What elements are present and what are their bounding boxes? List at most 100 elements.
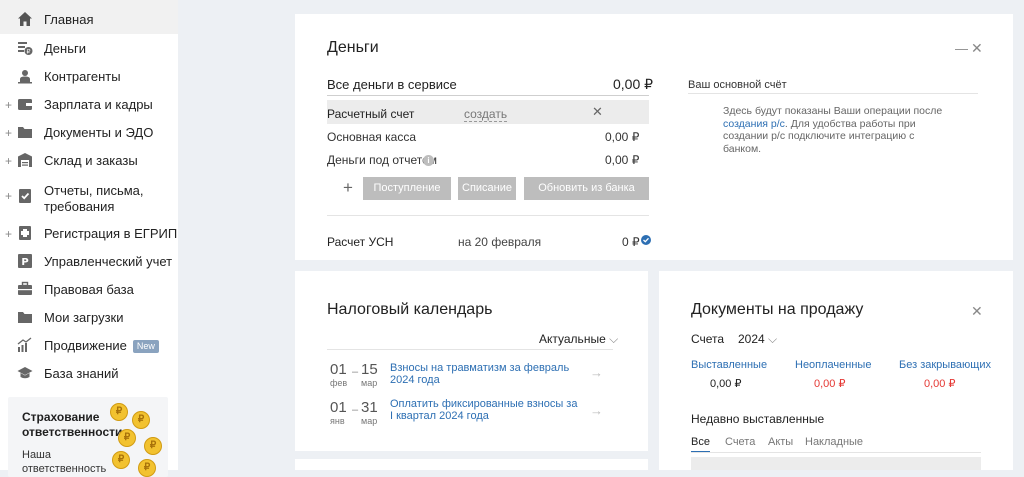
coin-icon: ₽	[132, 411, 150, 429]
main-account-title: Ваш основной счёт	[688, 79, 787, 91]
total-money-label: Все деньги в сервисе	[327, 77, 457, 92]
create-account-inline-link[interactable]: создания р/с	[723, 118, 785, 130]
main-cash-value: 0,00 ₽	[605, 130, 640, 144]
divider	[327, 349, 613, 350]
warehouse-icon	[18, 153, 32, 167]
expense-button[interactable]: Списание	[458, 177, 516, 200]
event-start-day: 01	[330, 399, 347, 416]
svg-text:Р: Р	[21, 257, 28, 268]
unpaid-link[interactable]: Неоплаченные	[795, 359, 871, 371]
money-icon: ₽	[18, 42, 33, 56]
accountable-money-label: Деньги под отчетом	[327, 153, 438, 167]
sidebar-item-label: Мои загрузки	[44, 310, 124, 325]
divider	[691, 452, 981, 453]
year-select[interactable]: 2024 ⌵	[738, 332, 777, 347]
promo-text: Наша ответственность застрахована на	[22, 449, 107, 475]
income-button[interactable]: Поступление	[363, 177, 451, 200]
sidebar-item-label: Отчеты, письма,	[44, 183, 144, 198]
tab-waybills[interactable]: Накладные	[805, 436, 863, 448]
sidebar-item-warehouse[interactable]: + Склад и заказы	[0, 146, 178, 174]
date-dash: –	[352, 366, 359, 378]
usn-date: на 20 февраля	[458, 235, 542, 249]
contractors-icon	[18, 70, 32, 84]
tax-event[interactable]: 01 фев – 15 мар Взносы на травматизм за …	[327, 359, 617, 393]
minimize-icon[interactable]: —	[955, 41, 968, 56]
expand-plus-icon[interactable]: +	[5, 126, 12, 140]
sidebar-item-money[interactable]: ₽ Деньги	[0, 34, 178, 62]
expand-plus-icon[interactable]: +	[5, 189, 12, 203]
graduation-cap-icon	[17, 367, 33, 379]
doc-type-select[interactable]: Счета	[691, 332, 724, 346]
event-start-month: янв	[330, 416, 345, 426]
sidebar-item-reports[interactable]: + Отчеты, письма, требования	[0, 176, 178, 216]
check-icon	[641, 235, 651, 245]
sidebar-item-downloads[interactable]: Мои загрузки	[0, 303, 178, 331]
sidebar-item-label: База знаний	[44, 366, 119, 381]
sidebar-item-label: Продвижение New	[44, 338, 159, 354]
sidebar-item-label: Документы и ЭДО	[44, 125, 154, 140]
tab-acts[interactable]: Акты	[768, 436, 793, 448]
next-card-edge	[295, 459, 648, 470]
close-icon[interactable]: ✕	[971, 40, 983, 57]
usn-label: Расчет УСН	[327, 235, 394, 249]
tax-calendar-title: Налоговый календарь	[327, 301, 493, 318]
create-account-link[interactable]: создать	[464, 107, 508, 122]
coin-icon: ₽	[112, 451, 130, 469]
expand-plus-icon[interactable]: +	[5, 154, 12, 168]
sidebar-item-label: Деньги	[44, 41, 86, 56]
sidebar-item-documents[interactable]: + Документы и ЭДО	[0, 118, 178, 146]
folder-icon	[18, 127, 32, 138]
without-closing-link[interactable]: Без закрывающих	[899, 359, 991, 371]
accountable-money-value: 0,00 ₽	[605, 153, 640, 167]
add-plus-icon[interactable]: +	[343, 178, 353, 198]
without-closing-value: 0,00 ₽	[924, 378, 956, 390]
close-icon[interactable]: ✕	[971, 303, 983, 320]
svg-text:₽: ₽	[27, 49, 31, 56]
divider	[327, 215, 649, 216]
sidebar-item-label: Правовая база	[44, 282, 134, 297]
tab-invoices[interactable]: Счета	[725, 436, 755, 448]
expand-plus-icon[interactable]: +	[5, 98, 12, 112]
sidebar-item-label: Управленческий учет	[44, 254, 173, 269]
event-link[interactable]: Оплатить фиксированные взносы за I кварт…	[390, 398, 580, 422]
calendar-filter-select[interactable]: Актуальные ⌵	[539, 332, 618, 347]
event-link[interactable]: Взносы на травматизм за февраль 2024 год…	[390, 362, 580, 386]
recently-issued-title: Недавно выставленные	[691, 412, 825, 426]
sidebar-item-text: Продвижение	[44, 338, 127, 353]
tab-all[interactable]: Все	[691, 436, 710, 453]
list-placeholder	[691, 457, 981, 470]
sidebar-item-knowledge[interactable]: База знаний	[0, 359, 178, 387]
sidebar-item-label: Зарплата и кадры	[44, 97, 153, 112]
info-icon[interactable]: i	[423, 155, 434, 166]
promo-title: Страхование ответственности	[22, 410, 123, 439]
sidebar-item-registration[interactable]: + Регистрация в ЕГРИП	[0, 219, 178, 247]
event-end-month: мар	[361, 378, 378, 388]
refresh-from-bank-button[interactable]: Обновить из банка	[524, 177, 649, 200]
unpaid-value: 0,00 ₽	[814, 378, 846, 390]
event-end-month: мар	[361, 416, 378, 426]
briefcase-icon	[18, 281, 32, 295]
insurance-promo[interactable]: Страхование ответственности Наша ответст…	[8, 397, 168, 477]
sidebar-item-promotion[interactable]: Продвижение New	[0, 331, 178, 359]
sidebar-item-contractors[interactable]: Контрагенты	[0, 62, 178, 90]
main-account-text: Здесь будут показаны Ваши операции после…	[723, 105, 945, 155]
money-card: Деньги — ✕ Все деньги в сервисе 0,00 ₽ Р…	[295, 14, 1013, 260]
report-check-icon	[19, 189, 31, 203]
divider	[688, 93, 978, 94]
sidebar-item-home[interactable]: Главная	[0, 0, 178, 34]
sales-documents-card: Документы на продажу ✕ Счета 2024 ⌵ Выст…	[659, 271, 1013, 470]
arrow-right-icon[interactable]: →	[590, 403, 603, 418]
sidebar-item-management[interactable]: Р Управленческий учет	[0, 247, 178, 275]
sidebar-item-label: Регистрация в ЕГРИП	[44, 226, 178, 241]
issued-link[interactable]: Выставленные	[691, 359, 767, 371]
sidebar-item-salary[interactable]: + Зарплата и кадры	[0, 90, 178, 118]
tax-event[interactable]: 01 янв – 31 мар Оплатить фиксированные в…	[327, 397, 617, 431]
arrow-right-icon[interactable]: →	[590, 365, 603, 380]
issued-value: 0,00 ₽	[710, 378, 742, 390]
close-icon[interactable]: ✕	[592, 104, 603, 120]
sidebar-item-legal[interactable]: Правовая база	[0, 275, 178, 303]
new-badge: New	[132, 340, 159, 353]
management-icon: Р	[18, 254, 32, 268]
downloads-folder-icon	[18, 312, 32, 323]
expand-plus-icon[interactable]: +	[5, 227, 12, 241]
